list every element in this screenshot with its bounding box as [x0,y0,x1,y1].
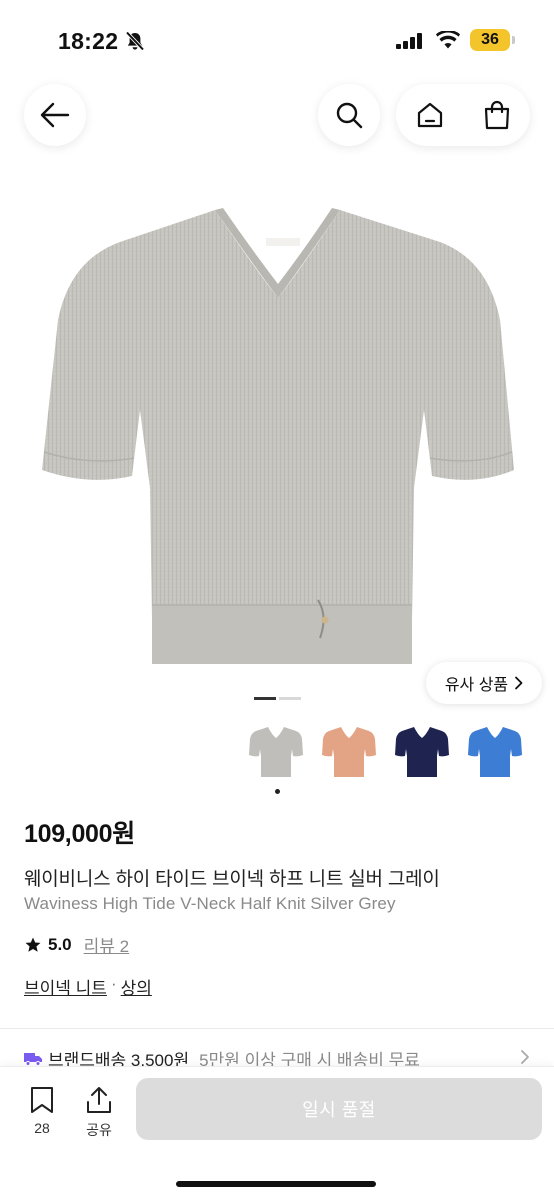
delivery-truck-icon [24,1052,42,1066]
sweater-thumbnail-blue [468,727,522,777]
share-icon [87,1087,111,1113]
pagination-dot-1 [254,697,276,700]
battery-nub [512,36,515,44]
product-name-english: Waviness High Tide V-Neck Half Knit Silv… [24,894,396,913]
similar-products-label: 유사 상품 [444,677,509,694]
sweater-thumbnail-navy [395,727,449,777]
cart-button[interactable] [463,84,530,146]
swatch-navy[interactable] [392,720,452,782]
swatch-coral[interactable] [319,720,379,782]
search-button[interactable] [318,84,380,146]
share-label: 공유 [86,1122,112,1138]
selected-swatch-indicator [275,789,280,794]
home-indicator [176,1181,376,1187]
status-time: 18:22 [58,28,119,54]
category-link-vneck-knit[interactable]: 브이넥 니트 [24,974,107,999]
rating-score: 5.0 [48,934,72,954]
pagination-dot-2 [279,697,301,700]
sold-out-button[interactable]: 일시 품절 [136,1078,542,1140]
bell-muted-icon [125,31,145,51]
bookmark-icon [31,1087,53,1113]
status-bar: 18:22 36 [0,0,554,84]
battery-indicator: 36 [470,29,510,51]
chevron-right-icon [521,1050,529,1064]
star-icon [25,937,41,952]
back-button[interactable] [24,84,86,146]
swatch-grey[interactable] [246,720,306,782]
product-image[interactable] [0,180,554,700]
home-icon [417,102,442,128]
product-name-korean: 웨이비니스 하이 타이드 브이넥 하프 니트 실버 그레이 [24,869,440,890]
rating-row: 5.0 리뷰 2 [24,932,129,957]
swatch-blue[interactable] [465,720,525,782]
category-link-top[interactable]: 상의 [121,974,152,999]
category-separator: · [110,974,117,993]
sweater-thumbnail-grey [249,727,303,777]
section-divider [0,1028,554,1029]
gallery-pagination [254,697,301,700]
product-price: 109,000원 [24,820,135,848]
color-swatches [246,720,525,782]
like-button[interactable]: 28 [22,1086,62,1136]
review-link[interactable]: 리뷰 2 [84,932,129,957]
sweater-thumbnail-coral [322,727,376,777]
arrow-left-icon [40,102,70,128]
wifi-icon [436,31,460,49]
home-button[interactable] [396,84,463,146]
category-breadcrumb: 브이넥 니트 · 상의 [24,974,152,999]
like-count: 28 [34,1120,50,1136]
similar-products-button[interactable]: 유사 상품 [426,662,542,704]
chevron-right-icon [515,676,523,690]
search-icon [336,102,363,129]
shopping-bag-icon [484,100,509,130]
share-button[interactable]: 공유 [79,1086,119,1140]
cellular-signal-icon [396,33,422,49]
home-bag-group [396,84,530,146]
